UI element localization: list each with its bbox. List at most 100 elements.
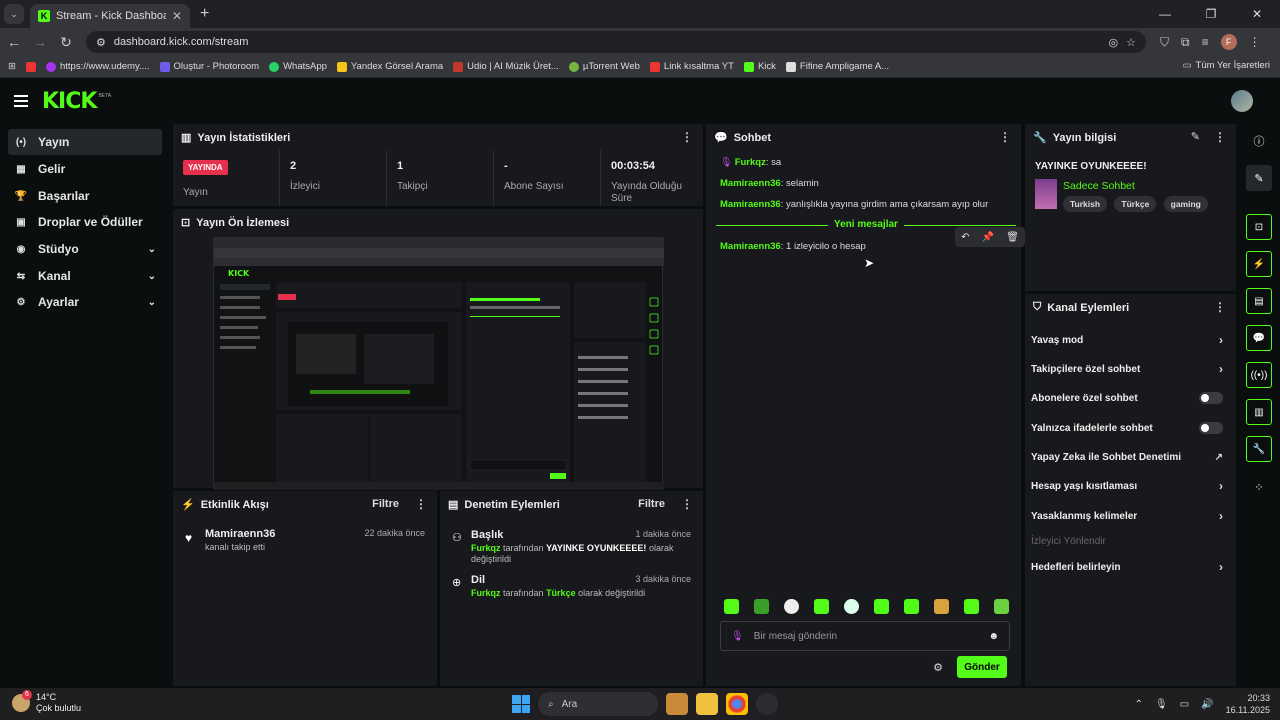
bookmark-whatsapp[interactable]: WhatsApp [269, 61, 327, 72]
bookmark-kick[interactable]: Kick [743, 61, 776, 72]
activity-toggle-icon[interactable]: ⚡ [1246, 251, 1272, 277]
action-subscribers-only[interactable]: Abonelere özel sohbet [1031, 388, 1229, 408]
send-button[interactable]: Gönder [957, 656, 1007, 678]
more-options-icon[interactable]: ⋮ [999, 130, 1011, 144]
activity-filter-button[interactable]: Filtre [372, 498, 399, 510]
tag[interactable]: Turkish [1063, 196, 1108, 212]
maximize-button[interactable]: ❐ [1188, 0, 1234, 28]
category-thumbnail[interactable] [1035, 179, 1057, 209]
bookmark-udio[interactable]: Udio | AI Müzik Üret... [453, 61, 559, 72]
shield-icon[interactable]: ⛉ [1160, 35, 1169, 50]
bookmark-udemy[interactable]: https://www.udemy.... [45, 61, 150, 72]
emote-icon[interactable] [784, 599, 799, 614]
layout-toggle-icon[interactable]: ▥ [1246, 399, 1272, 425]
minimize-button[interactable]: — [1142, 0, 1188, 28]
widgets-app-icon[interactable] [666, 693, 688, 715]
sidebar-item-basarilar[interactable]: 🏆 Başarılar [8, 183, 162, 209]
emote-icon[interactable] [934, 599, 949, 614]
bookmark-utorrent[interactable]: µTorrent Web [568, 61, 640, 72]
browser-menu-icon[interactable]: ⋮ [1249, 35, 1261, 49]
action-slow-mode[interactable]: Yavaş mod › [1031, 330, 1229, 350]
edit-layout-icon[interactable]: ✎ [1246, 165, 1272, 191]
start-button[interactable] [512, 695, 530, 713]
bookmark-youtube[interactable] [25, 61, 36, 72]
category-name[interactable]: Sadece Sohbet [1063, 180, 1135, 192]
sidebar-item-droplar[interactable]: ▣ Droplar ve Ödüller [8, 209, 162, 235]
forward-button[interactable]: → [28, 34, 52, 50]
chat-message[interactable]: Mamiraenn36: 1 izleyicilo o hesap [720, 241, 866, 252]
action-set-goals[interactable]: Hedefleri belirleyin › [1031, 557, 1229, 577]
more-options-icon[interactable]: ⋮ [1214, 300, 1226, 314]
eye-off-icon[interactable]: ◎ [1109, 36, 1119, 49]
tray-expand-icon[interactable]: ⌃ [1135, 699, 1143, 710]
more-options-icon[interactable]: ⋮ [681, 497, 693, 511]
moderation-filter-button[interactable]: Filtre [638, 498, 665, 510]
undo-icon[interactable]: ↶ [961, 232, 969, 243]
tab-search-button[interactable]: ⌄ [4, 4, 24, 24]
weather-widget[interactable]: 6 14°C Çok bulutlu [12, 690, 81, 714]
emote-icon[interactable] [994, 599, 1009, 614]
action-banned-words[interactable]: Yasaklanmış kelimeler › [1031, 506, 1229, 526]
network-icon[interactable]: ▭ [1180, 699, 1189, 710]
taskbar-search[interactable]: ⌕ Ara [538, 692, 658, 716]
reload-button[interactable]: ↻ [54, 34, 78, 51]
volume-icon[interactable]: 🔊 [1201, 699, 1213, 710]
tab-close-icon[interactable]: ✕ [172, 9, 182, 23]
emote-icon[interactable] [964, 599, 979, 614]
steam-icon[interactable] [756, 693, 778, 715]
action-account-age[interactable]: Hesap yaşı kısıtlaması › [1031, 476, 1229, 496]
sidebar-item-yayin[interactable]: (•) Yayın [8, 129, 162, 155]
sidebar-item-kanal[interactable]: ⇆ Kanal ⌄ [8, 263, 162, 289]
new-tab-button[interactable]: + [200, 5, 209, 23]
chat-input[interactable]: 🎙 Bir mesaj gönderin ☻ [720, 621, 1010, 651]
broadcast-toggle-icon[interactable]: ((•)) [1246, 362, 1272, 388]
media-icon[interactable]: ≡ [1202, 35, 1209, 49]
all-bookmarks[interactable]: ▭ Tüm Yer İşaretleri [1183, 60, 1270, 71]
site-info-icon[interactable]: ⚙ [96, 36, 106, 49]
bookmark-yandex[interactable]: Yandex Görsel Arama [336, 61, 443, 72]
sidebar-item-gelir[interactable]: ▦ Gelir [8, 156, 162, 182]
user-avatar[interactable] [1231, 90, 1253, 112]
mic-tray-icon[interactable]: 🎙 [1155, 699, 1168, 710]
moderation-toggle-icon[interactable]: ▤ [1246, 288, 1272, 314]
emote-icon[interactable] [814, 599, 829, 614]
profile-avatar[interactable]: F [1220, 34, 1237, 50]
emoji-icon[interactable]: ☻ [988, 631, 999, 642]
tag[interactable]: gaming [1163, 196, 1208, 212]
more-options-icon[interactable]: ⋮ [1214, 130, 1226, 144]
kick-logo[interactable]: KICK [42, 89, 97, 114]
action-followers-only[interactable]: Takipçilere özel sohbet › [1031, 359, 1229, 379]
browser-tab[interactable]: K Stream - Kick Dashboard ✕ [30, 4, 190, 28]
back-button[interactable]: ← [2, 34, 26, 50]
extensions-icon[interactable]: ⧉ [1181, 35, 1190, 50]
stream-info-toggle-icon[interactable]: 🔧 [1246, 436, 1272, 462]
emotes-only-toggle[interactable] [1199, 422, 1223, 434]
chat-settings-icon[interactable]: ⚙ [933, 661, 943, 674]
emote-icon[interactable] [844, 599, 859, 614]
emote-icon[interactable] [724, 599, 739, 614]
sidebar-item-ayarlar[interactable]: ⚙ Ayarlar ⌄ [8, 289, 162, 315]
bookmark-photoroom[interactable]: Oluştur - Photoroom [159, 61, 259, 72]
apps-grid-icon[interactable]: ⊞ [8, 61, 16, 72]
edit-icon[interactable]: ✎ [1191, 130, 1200, 143]
clock[interactable]: 20:33 16.11.2025 [1226, 692, 1270, 716]
more-options-icon[interactable]: ⋮ [681, 130, 693, 144]
chat-toggle-icon[interactable]: 💬 [1246, 325, 1272, 351]
action-ai-moderation[interactable]: Yapay Zeka ile Sohbet Denetimi ↗ [1031, 447, 1229, 467]
action-emotes-only[interactable]: Yalnızca ifadelerle sohbet [1031, 418, 1229, 438]
bookmark-link-kisaltma[interactable]: Link kısaltma YT [649, 61, 734, 72]
more-options-icon[interactable]: ⋮ [415, 497, 427, 511]
emote-icon[interactable] [874, 599, 889, 614]
subscribers-only-toggle[interactable] [1199, 392, 1223, 404]
tag[interactable]: Türkçe [1114, 196, 1157, 212]
file-explorer-icon[interactable] [696, 693, 718, 715]
add-widget-icon[interactable]: ⁘ [1246, 474, 1272, 500]
emote-icon[interactable] [754, 599, 769, 614]
stream-preview-video[interactable]: KICK [213, 237, 664, 490]
bookmark-fifine[interactable]: Fifine Ampligame A... [785, 61, 889, 72]
info-icon[interactable]: ⓘ [1246, 128, 1272, 154]
emote-icon[interactable] [904, 599, 919, 614]
delete-icon[interactable]: 🗑 [1006, 232, 1019, 243]
pin-icon[interactable]: 📌 [982, 232, 994, 243]
sidebar-item-studyo[interactable]: ◉ Stüdyo ⌄ [8, 236, 162, 262]
